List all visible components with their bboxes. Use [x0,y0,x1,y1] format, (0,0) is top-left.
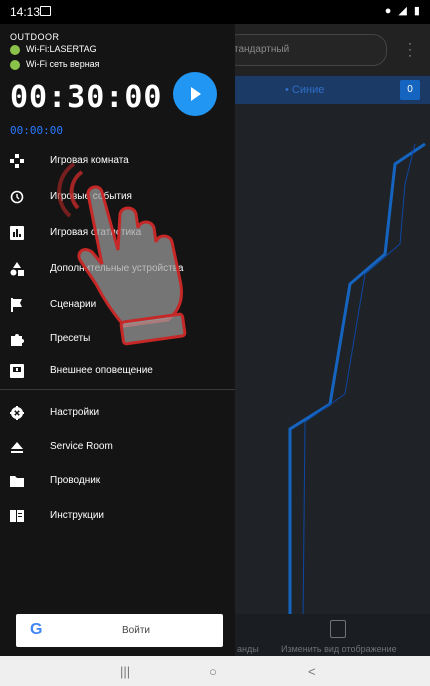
puzzle-icon [11,334,24,346]
menu-item-label: Проводник [50,475,101,486]
notification-icon [10,364,24,378]
recents-button[interactable]: ||| [120,664,130,679]
play-button[interactable] [173,72,217,116]
menu-item-instructions[interactable]: Инструкции [0,500,235,532]
home-button[interactable]: ○ [209,664,217,679]
team-label: • Синие [285,84,325,96]
gamepad-icon [10,154,24,168]
back-button[interactable]: < [308,664,316,679]
menu-item-service-room[interactable]: Service Room [0,431,235,463]
devices-icon [10,262,24,276]
team-score: 0 [400,80,420,100]
mode-label: OUTDOOR [10,32,60,42]
menu-item-external-notification[interactable]: Внешнее оповещение [0,355,235,387]
tap-hand-icon [57,162,187,346]
main-timer: 00:30:00 [10,80,163,115]
menu-divider [0,389,235,390]
status-bar: 14:13 ● ◢ ▮ [0,0,430,24]
eject-icon [11,442,23,453]
menu-item-label: Настройки [50,407,100,418]
history-icon [10,190,24,204]
folder-icon [10,476,24,487]
change-view-label[interactable]: Изменить вид отображение [281,644,397,654]
status-time: 14:13 [10,5,41,19]
wifi-status-row: Wi-Fi сеть верная [10,59,100,70]
google-icon: G [30,621,43,638]
wifi-status: Wi-Fi сеть верная [26,59,100,69]
book-icon [10,510,24,522]
menu-item-file-explorer[interactable]: Проводник [0,465,235,497]
wifi-status-dot-icon [10,44,20,55]
wifi-name-row: Wi-Fi:LASERTAG [10,44,97,55]
menu-item-label: Инструкции [50,510,105,521]
flag-icon [11,298,22,312]
menu-item-label: Service Room [50,441,113,452]
map-lines [288,142,426,625]
wifi-name: Wi-Fi:LASERTAG [26,44,97,54]
play-icon [191,87,201,101]
status-icons: ● ◢ ▮ [384,5,422,17]
menu-item-label: Внешнее оповещение [50,365,153,376]
app-bottom-bar: анды Изменить вид отображение [235,614,430,656]
more-options-icon[interactable]: · · · [406,37,414,61]
sign-in-label: Войти [122,625,150,636]
chart-icon [10,226,24,240]
mode-field[interactable]: тандартный [225,34,387,66]
system-navigation-bar: ||| ○ < [0,656,430,686]
screenshot-icon [40,6,51,16]
mode-field-value: тандартный [234,44,290,55]
google-sign-in-button[interactable]: G Войти [16,614,223,647]
teams-tab-label[interactable]: анды [237,644,259,654]
menu-item-settings[interactable]: Настройки [0,397,235,429]
wifi-status-dot-icon [10,59,20,70]
switch-view-icon[interactable] [330,620,346,638]
elapsed-timer: 00:00:00 [10,124,63,137]
gear-icon [10,406,24,420]
